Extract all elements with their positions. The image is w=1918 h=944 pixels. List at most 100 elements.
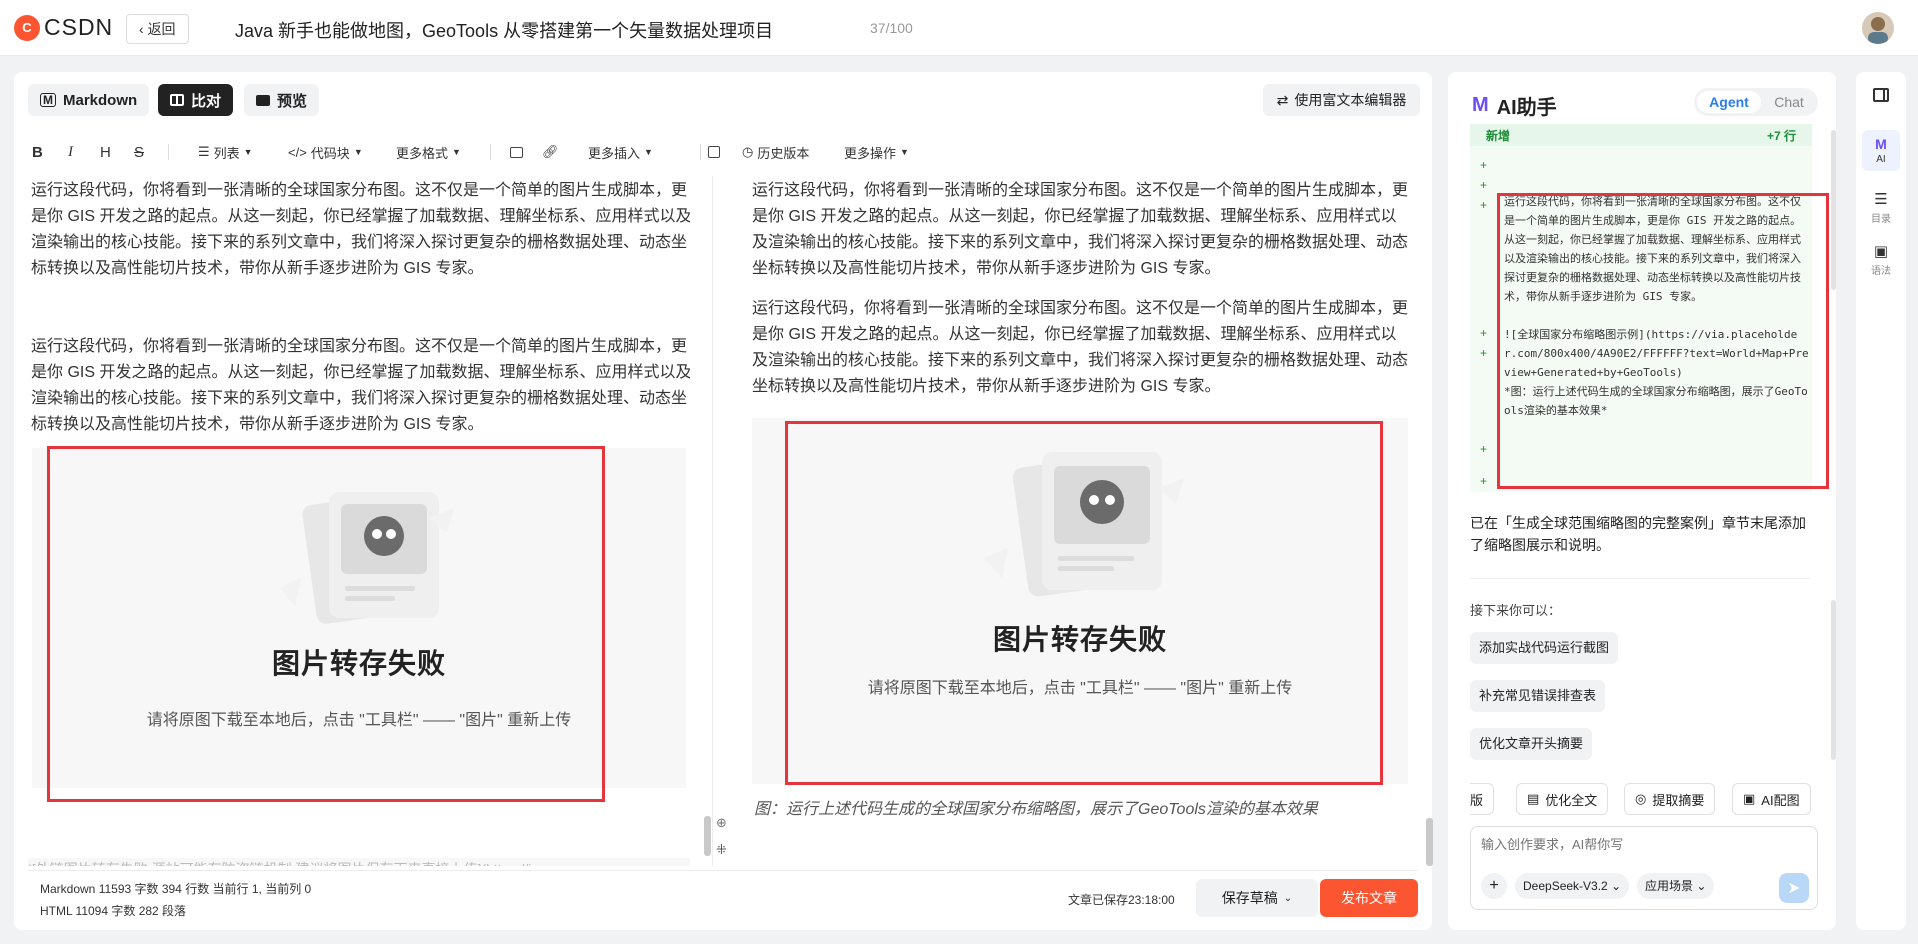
- diff-plus-marker: +: [1480, 346, 1488, 360]
- add-icon[interactable]: +: [1481, 873, 1507, 899]
- code-block-label: 代码块: [310, 145, 350, 161]
- heading-icon[interactable]: H: [100, 140, 111, 164]
- ai-prompt-input[interactable]: [1481, 837, 1801, 852]
- quick-action-optimize[interactable]: ▤ 优化全文: [1516, 783, 1609, 815]
- quick-action-label: 优化全文: [1545, 792, 1598, 808]
- ai-panel-title: M AI助手: [1472, 91, 1557, 120]
- more-format-dropdown[interactable]: 更多格式 ▼: [396, 140, 461, 164]
- compare-mode-button[interactable]: 比对: [158, 84, 234, 116]
- suggestion-chip[interactable]: 优化文章开头摘要: [1470, 728, 1593, 760]
- send-button[interactable]: ➤: [1779, 873, 1809, 903]
- tab-agent[interactable]: Agent: [1697, 91, 1761, 113]
- panel-toggle-icon[interactable]: [1856, 88, 1906, 102]
- article-title-input[interactable]: Java 新手也能做地图，GeoTools 从零搭建第一个矢量数据处理项目: [235, 17, 773, 43]
- diff-plus-marker: +: [1480, 442, 1488, 456]
- publish-button[interactable]: 发布文章: [1320, 879, 1418, 917]
- image-icon[interactable]: [510, 140, 523, 164]
- toolbar-divider: [700, 144, 701, 160]
- suggestion-chip[interactable]: 补充常见错误排查表: [1470, 680, 1606, 712]
- caret-down-icon: ▼: [644, 147, 653, 157]
- preview-paragraph: 运行这段代码，你将看到一张清晰的全球国家分布图。这不仅是一个简单的图片生成脚本，…: [752, 300, 1409, 395]
- rail-grammar-button[interactable]: ▣ 语法: [1856, 242, 1906, 277]
- save-icon[interactable]: [708, 140, 720, 164]
- toolbar-divider: [168, 144, 169, 160]
- link-icon[interactable]: 🔗︎: [542, 140, 559, 164]
- model-selector[interactable]: DeepSeek-V3.2 ⌄: [1515, 873, 1630, 899]
- title-char-count: 37/100: [870, 20, 913, 36]
- markdown-image-link: ![外链图片转存失败,源站可能有防盗链机制,建议将图片保存下来直接上传](htt…: [28, 858, 690, 866]
- rail-ai-label: AI: [1876, 154, 1886, 165]
- user-avatar[interactable]: [1862, 12, 1894, 44]
- diff-plus-marker: +: [1480, 474, 1488, 488]
- scene-selector[interactable]: 应用场景 ⌄: [1637, 873, 1715, 899]
- ai-divider: [1470, 578, 1810, 579]
- more-actions-dropdown[interactable]: 更多操作 ▼: [844, 140, 909, 164]
- markdown-icon: M: [40, 93, 56, 107]
- image-caption: 图：运行上述代码生成的全球国家分布缩略图，展示了GeoTools渲染的基本效果: [754, 801, 1318, 818]
- chevron-down-icon: ⌄: [1696, 879, 1707, 893]
- ai-input-area: + DeepSeek-V3.2 ⌄ 应用场景 ⌄ ➤: [1470, 826, 1818, 910]
- format-toolbar: B I H S ☰ 列表 ▼ </> 代码块 ▼ 更多格式 ▼ 🔗︎ 更多插入 ▼ ◷ 历史版…: [28, 140, 928, 164]
- caret-down-icon: ▼: [452, 147, 461, 157]
- save-draft-button[interactable]: 保存草稿 ⌄: [1196, 879, 1318, 917]
- italic-icon[interactable]: I: [68, 140, 73, 164]
- more-insert-dropdown[interactable]: 更多插入 ▼: [588, 140, 653, 164]
- switch-icon: ⇄: [1276, 91, 1289, 108]
- toc-icon: ☰: [1874, 191, 1888, 208]
- diff-header: 新增 +7 行: [1470, 124, 1812, 146]
- ai-response-message: 已在「生成全球范围缩略图的完整案例」章节末尾添加了缩略图展示和说明。: [1470, 515, 1806, 553]
- back-button[interactable]: ‹ 返回: [126, 14, 189, 44]
- rail-toc-button[interactable]: ☰ 目录: [1856, 190, 1906, 225]
- rail-toc-label: 目录: [1871, 214, 1891, 225]
- split-view-icon: [170, 94, 184, 106]
- strikethrough-icon[interactable]: S: [134, 140, 144, 164]
- document-icon: ▤: [1527, 791, 1540, 806]
- suggestion-chip[interactable]: 添加实战代码运行截图: [1470, 632, 1619, 664]
- list-dropdown[interactable]: ☰ 列表 ▼: [198, 140, 253, 164]
- back-label: 返回: [147, 21, 176, 37]
- image-icon: ▣: [1743, 791, 1756, 806]
- annotation-highlight-left: [47, 446, 605, 802]
- diff-plus-marker: +: [1480, 198, 1488, 212]
- editor-paragraph: 运行这段代码，你将看到一张清晰的全球国家分布图。这不仅是一个简单的图片生成脚本，…: [31, 338, 690, 433]
- rail-ai-button[interactable]: M AI: [1862, 130, 1900, 171]
- history-button[interactable]: ◷ 历史版本: [742, 140, 809, 164]
- quick-action-label: 排版: [1470, 792, 1484, 808]
- csdn-logo[interactable]: C CSDN: [14, 14, 113, 41]
- quick-action-layout[interactable]: 排版: [1470, 783, 1495, 815]
- scene-label: 应用场景: [1645, 879, 1694, 893]
- preview-mode-button[interactable]: 预览: [244, 84, 320, 116]
- rich-text-editor-button[interactable]: ⇄ 使用富文本编辑器: [1263, 84, 1420, 116]
- quick-action-image[interactable]: ▣ AI配图: [1732, 783, 1811, 815]
- rail-grammar-label: 语法: [1871, 266, 1891, 277]
- rich-editor-label: 使用富文本编辑器: [1294, 92, 1407, 108]
- top-bar: C CSDN ‹ 返回 Java 新手也能做地图，GeoTools 从零搭建第一…: [0, 0, 1918, 56]
- code-block-dropdown[interactable]: </> 代码块 ▼: [288, 140, 363, 164]
- diff-label: 新增: [1486, 128, 1511, 143]
- save-draft-label: 保存草稿: [1221, 890, 1278, 906]
- ai-panel-scrollbar[interactable]: [1831, 600, 1836, 760]
- send-icon: ➤: [1787, 880, 1801, 897]
- markdown-mode-button[interactable]: M Markdown: [28, 84, 150, 116]
- ai-mode-tabs: Agent Chat: [1694, 88, 1818, 116]
- ai-diff-scrollbar[interactable]: [1831, 130, 1836, 290]
- right-rail: M AI ☰ 目录 ▣ 语法: [1856, 72, 1906, 930]
- chevron-left-icon: ‹: [139, 21, 148, 37]
- tab-chat[interactable]: Chat: [1764, 91, 1814, 113]
- drag-handle-icon[interactable]: ⁜: [716, 842, 727, 858]
- preview-mode-label: 预览: [277, 92, 308, 110]
- logo-text: CSDN: [44, 14, 114, 40]
- quick-action-summary[interactable]: ◎ 提取摘要: [1624, 783, 1716, 815]
- list-label: 列表: [213, 145, 240, 161]
- preview-scrollbar[interactable]: [1426, 818, 1433, 866]
- bold-icon[interactable]: B: [32, 140, 43, 164]
- preview-paragraph: 运行这段代码，你将看到一张清晰的全球国家分布图。这不仅是一个简单的图片生成脚本，…: [752, 182, 1409, 277]
- monitor-icon: [256, 94, 270, 106]
- quick-action-label: 提取摘要: [1652, 792, 1705, 808]
- model-label: DeepSeek-V3.2: [1523, 879, 1608, 893]
- sync-scroll-icon[interactable]: ⊕: [716, 815, 727, 831]
- next-steps-label: 接下来你可以：: [1470, 603, 1562, 618]
- split-divider[interactable]: [712, 176, 713, 866]
- left-scrollbar[interactable]: [704, 816, 711, 856]
- toolbar-divider: [490, 144, 491, 160]
